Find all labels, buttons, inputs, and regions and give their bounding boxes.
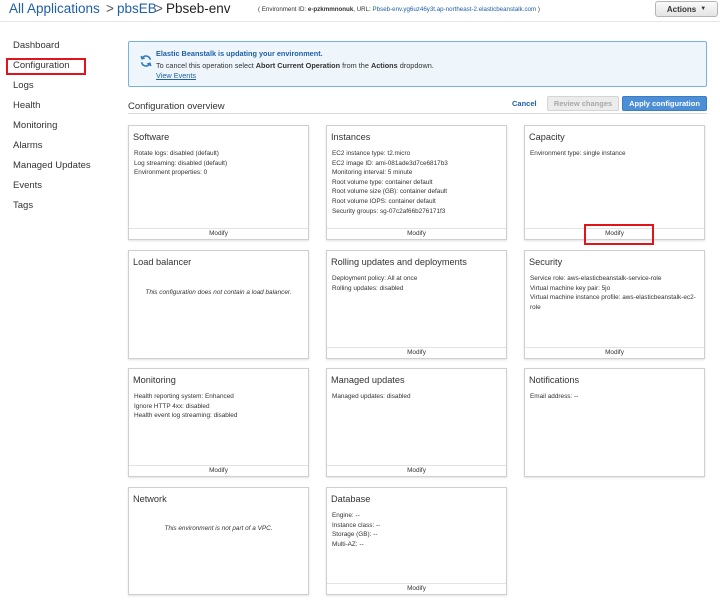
card-line: Environment type: single instance bbox=[530, 150, 626, 157]
card-line: EC2 instance type: t2.micro bbox=[332, 150, 411, 157]
configuration-highlight-box bbox=[6, 58, 86, 75]
card-line: Health reporting system: Enhanced bbox=[134, 393, 234, 400]
sidebar-item-logs[interactable]: Logs bbox=[13, 80, 34, 91]
breadcrumb-all-applications[interactable]: All Applications bbox=[9, 1, 100, 16]
card-line: Root volume IOPS: container default bbox=[332, 197, 436, 205]
modify-button[interactable]: Modify bbox=[327, 465, 506, 476]
card-title: Capacity bbox=[529, 132, 565, 142]
modify-button[interactable]: Modify bbox=[129, 465, 308, 476]
card-title: Rolling updates and deployments bbox=[331, 257, 467, 267]
card-title: Database bbox=[331, 494, 371, 504]
cancel-button[interactable]: Cancel bbox=[512, 99, 537, 108]
card-line: Storage (GB): -- bbox=[332, 531, 378, 539]
card-line: Instance class: -- bbox=[332, 521, 381, 529]
card-note: This environment is not part of a VPC. bbox=[164, 525, 273, 532]
card-network: Network This environment is not part of … bbox=[128, 487, 309, 595]
card-capacity: Capacity Environment type: single instan… bbox=[524, 125, 705, 240]
banner-title: Elastic Beanstalk is updating your envir… bbox=[156, 49, 323, 58]
card-notifications: Notifications Email address: -- bbox=[524, 368, 705, 477]
card-title: Software bbox=[133, 132, 170, 142]
banner-message: To cancel this operation select Abort Cu… bbox=[156, 61, 434, 70]
card-line: Virtual machine instance profile: aws-el… bbox=[530, 294, 696, 311]
sidebar-item-dashboard[interactable]: Dashboard bbox=[13, 40, 59, 51]
sidebar-item-events[interactable]: Events bbox=[13, 180, 42, 191]
view-events-link[interactable]: View Events bbox=[156, 71, 196, 80]
card-line: Rotate logs: disabled (default) bbox=[134, 150, 219, 157]
modify-button[interactable]: Modify bbox=[525, 347, 704, 358]
card-title: Notifications bbox=[529, 375, 580, 385]
card-security: Security Service role: aws-elasticbeanst… bbox=[524, 250, 705, 359]
card-line: Deployment policy: All at once bbox=[332, 275, 418, 282]
card-title: Security bbox=[529, 257, 563, 267]
top-bar: All Applications > pbsEB > Pbseb-env ( E… bbox=[0, 0, 720, 22]
caret-down-icon: ▼ bbox=[700, 6, 707, 12]
card-title: Load balancer bbox=[133, 257, 192, 267]
card-line: Monitoring interval: 5 minute bbox=[332, 169, 413, 177]
breadcrumb-separator: > bbox=[106, 1, 114, 16]
environment-info: ( Environment ID: e-pzkmmnonuk, URL: Pbs… bbox=[258, 6, 540, 13]
sidebar-item-tags[interactable]: Tags bbox=[13, 200, 33, 211]
review-changes-button[interactable]: Review changes bbox=[547, 96, 619, 111]
environment-id: e-pzkmmnonuk bbox=[307, 6, 354, 13]
card-line: Ignore HTTP 4xx: disabled bbox=[134, 402, 210, 410]
card-line: EC2 image ID: ami-081ade3d7ce6817b3 bbox=[332, 159, 448, 167]
card-database: Database Engine: -- Instance class: -- S… bbox=[326, 487, 507, 595]
breadcrumb-environment: Pbseb-env bbox=[166, 1, 231, 16]
update-notification-banner: Elastic Beanstalk is updating your envir… bbox=[128, 41, 707, 87]
card-title: Network bbox=[133, 494, 167, 504]
card-note: This configuration does not contain a lo… bbox=[145, 289, 292, 296]
card-line: Log streaming: disabled (default) bbox=[134, 159, 228, 167]
breadcrumb-application[interactable]: pbsEB bbox=[117, 1, 157, 16]
card-line: Email address: -- bbox=[530, 393, 579, 400]
card-line: Service role: aws-elasticbeanstalk-servi… bbox=[530, 275, 662, 282]
card-line: Managed updates: disabled bbox=[332, 393, 411, 400]
actions-label: Actions bbox=[666, 4, 697, 14]
card-instances: Instances EC2 instance type: t2.micro EC… bbox=[326, 125, 507, 240]
divider bbox=[128, 113, 707, 114]
card-managed-updates: Managed updates Managed updates: disable… bbox=[326, 368, 507, 477]
card-load-balancer: Load balancer This configuration does no… bbox=[128, 250, 309, 359]
card-line: Health event log streaming: disabled bbox=[134, 412, 238, 420]
card-software: Software Rotate logs: disabled (default)… bbox=[128, 125, 309, 240]
card-line: Environment properties: 0 bbox=[134, 169, 208, 177]
actions-dropdown-button[interactable]: Actions ▼ bbox=[655, 1, 718, 17]
card-line: Engine: -- bbox=[332, 512, 360, 519]
sidebar-item-managed-updates[interactable]: Managed Updates bbox=[13, 160, 91, 171]
environment-url-link[interactable]: Pbseb-env.yg6uz46y3t.ap-northeast-2.elas… bbox=[373, 6, 537, 13]
apply-configuration-button[interactable]: Apply configuration bbox=[622, 96, 707, 111]
modify-button[interactable]: Modify bbox=[129, 228, 308, 239]
card-line: Multi-AZ: -- bbox=[332, 540, 364, 548]
card-title: Instances bbox=[331, 132, 371, 142]
modify-button[interactable]: Modify bbox=[327, 583, 506, 594]
card-line: Security groups: sg-07c2af66b276171f3 bbox=[332, 207, 446, 215]
modify-button[interactable]: Modify bbox=[327, 228, 506, 239]
card-line: Virtual machine key pair: 5jo bbox=[530, 284, 611, 292]
breadcrumb-separator: > bbox=[155, 1, 163, 16]
refresh-icon bbox=[140, 55, 152, 67]
card-line: Rolling updates: disabled bbox=[332, 284, 404, 292]
page-title: Configuration overview bbox=[128, 101, 225, 112]
sidebar-item-health[interactable]: Health bbox=[13, 100, 40, 111]
card-monitoring: Monitoring Health reporting system: Enha… bbox=[128, 368, 309, 477]
card-title: Monitoring bbox=[133, 375, 176, 385]
card-line: Root volume type: container default bbox=[332, 178, 433, 186]
sidebar-item-monitoring[interactable]: Monitoring bbox=[13, 120, 57, 131]
card-title: Managed updates bbox=[331, 375, 405, 385]
card-rolling-updates: Rolling updates and deployments Deployme… bbox=[326, 250, 507, 359]
capacity-modify-highlight-box bbox=[584, 224, 654, 245]
sidebar-item-alarms[interactable]: Alarms bbox=[13, 140, 43, 151]
modify-button[interactable]: Modify bbox=[327, 347, 506, 358]
card-line: Root volume size (GB): container default bbox=[332, 188, 448, 196]
